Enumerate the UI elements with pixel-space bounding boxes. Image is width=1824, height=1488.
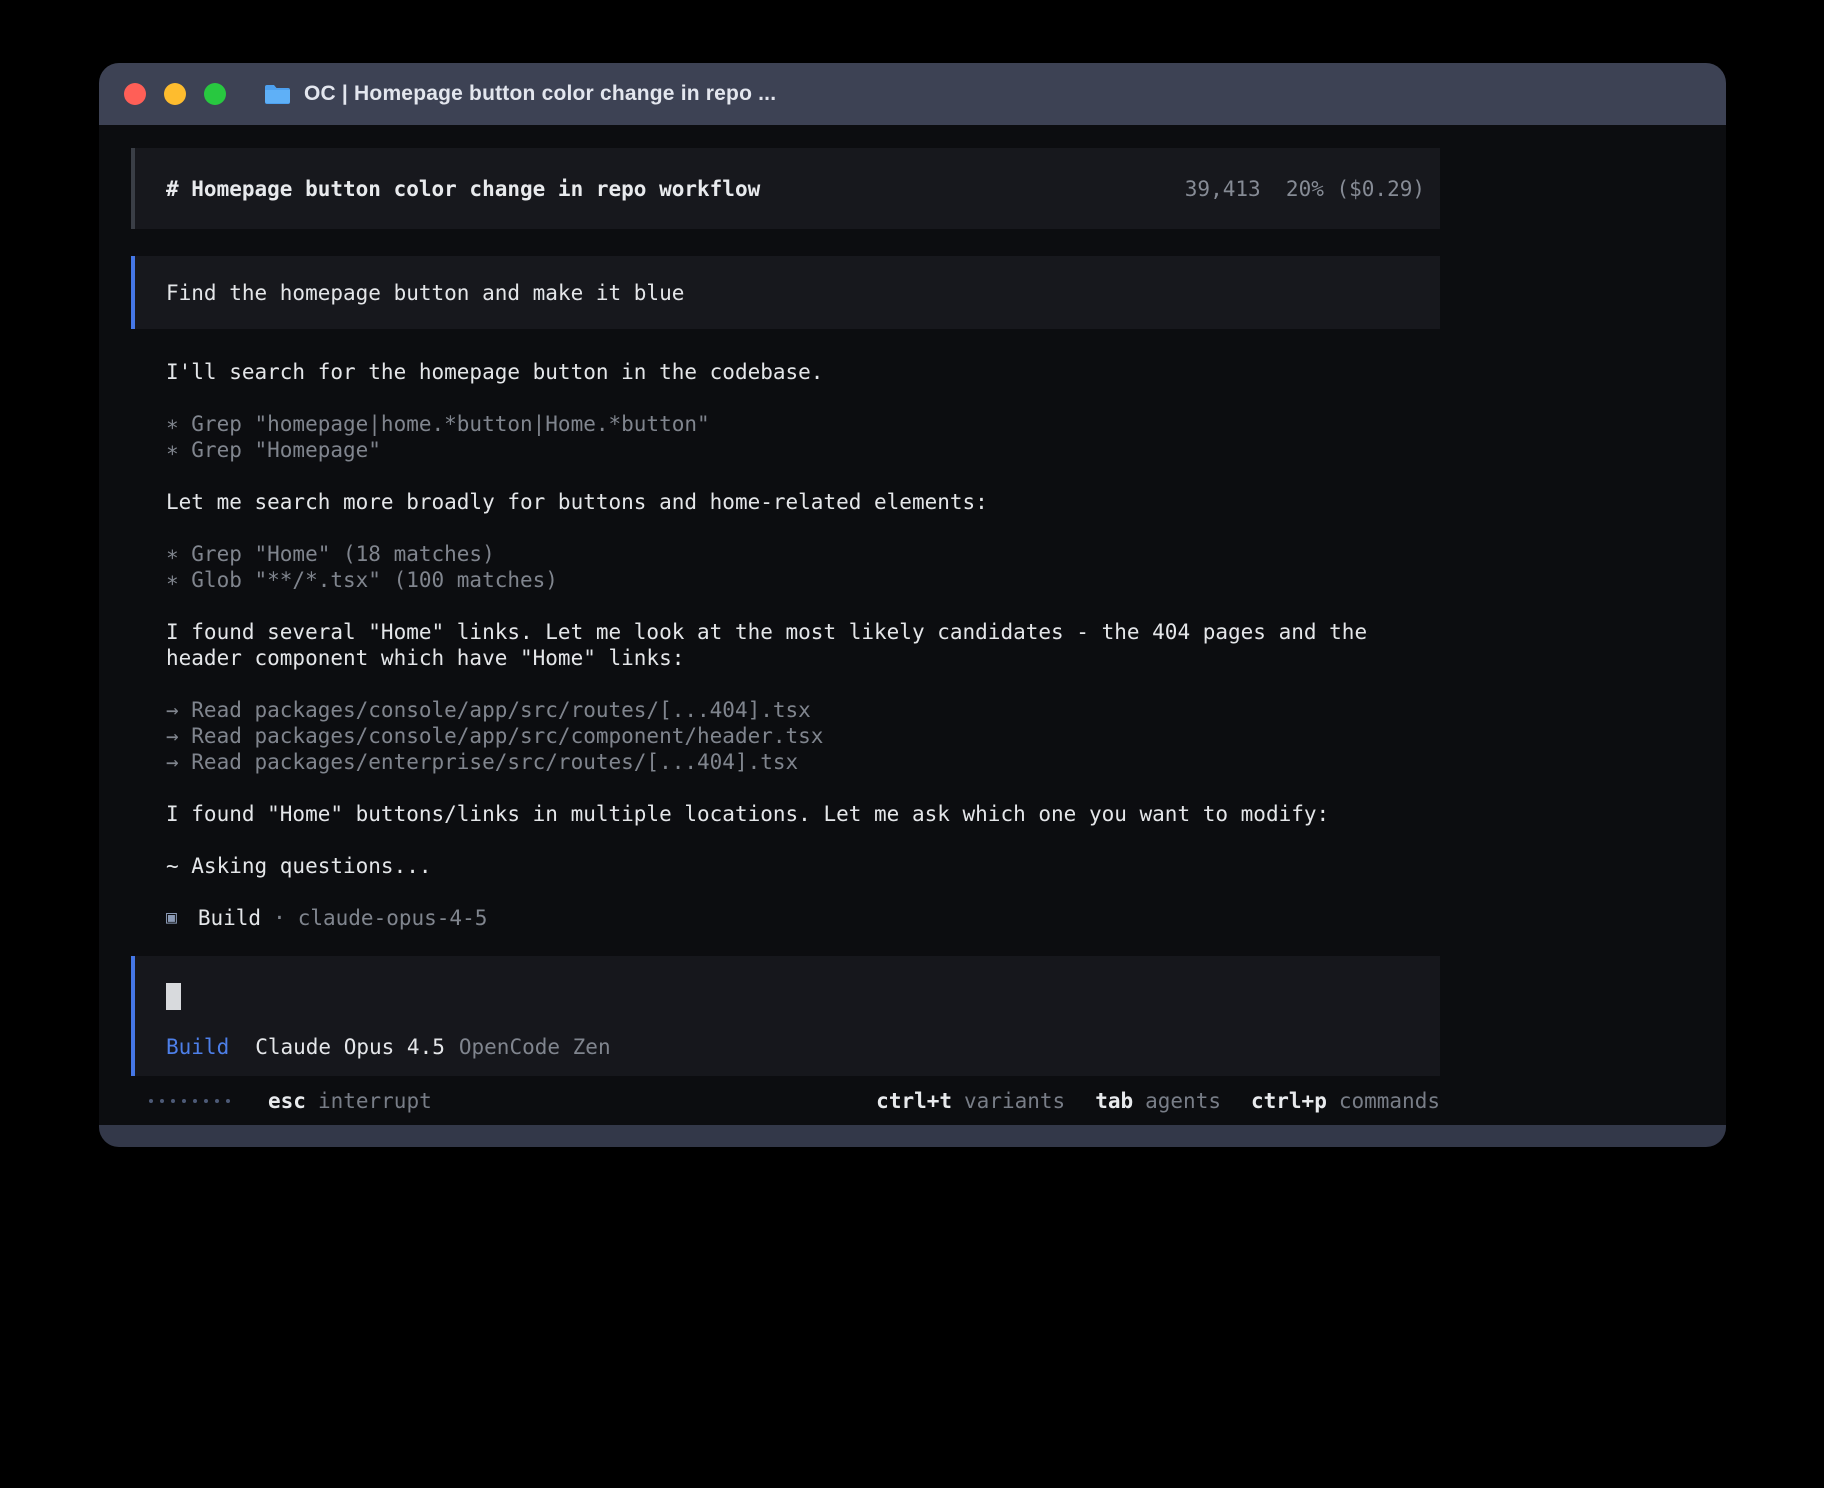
zoom-button[interactable] [204, 83, 226, 105]
esc-hint: interrupt [318, 1088, 432, 1114]
chat-line: Let me search more broadly for buttons a… [166, 489, 1440, 515]
input-model-label[interactable]: Claude Opus 4.5 [255, 1034, 445, 1060]
chat-line: header component which have "Home" links… [166, 645, 1440, 671]
agent-name: Build [198, 905, 261, 931]
input-provider-label: OpenCode Zen [459, 1034, 611, 1060]
shortcut-variants: ctrl+t variants [876, 1088, 1065, 1114]
traffic-lights [124, 83, 226, 105]
session-stats: 39,413 20% ($0.29) [1185, 177, 1425, 201]
window-title: OC | Homepage button color change in rep… [304, 82, 776, 106]
status-left: esc interrupt [131, 1088, 432, 1114]
input-mode-label[interactable]: Build [166, 1034, 229, 1060]
prompt-input[interactable]: Build Claude Opus 4.5 OpenCode Zen [131, 956, 1440, 1076]
status-right: ctrl+t variants tab agents ctrl+p comman… [876, 1088, 1440, 1114]
agent-icon: ▣ [166, 905, 177, 931]
minimize-button[interactable] [164, 83, 186, 105]
shortcut-commands: ctrl+p commands [1251, 1088, 1440, 1114]
input-meta-row: Build Claude Opus 4.5 OpenCode Zen [166, 1034, 1440, 1060]
session-header: # Homepage button color change in repo w… [131, 148, 1440, 229]
spinner-dots-icon [149, 1099, 230, 1103]
terminal-content: # Homepage button color change in repo w… [99, 125, 1726, 1147]
chat-line: I found several "Home" links. Let me loo… [166, 619, 1440, 645]
chat-line-tool: ∗ Grep "homepage|home.*button|Home.*butt… [166, 411, 1440, 437]
chat-line: I found "Home" buttons/links in multiple… [166, 801, 1440, 827]
window-bottom-edge [99, 1125, 1726, 1147]
input-cursor [166, 983, 181, 1010]
agent-model: claude-opus-4-5 [298, 905, 488, 931]
chat-line: I'll search for the homepage button in t… [166, 359, 1440, 385]
shortcut-agents: tab agents [1095, 1088, 1221, 1114]
chat-line-tool: ∗ Grep "Homepage" [166, 437, 1440, 463]
session-title: # Homepage button color change in repo w… [166, 177, 760, 201]
chat-line-tool: ∗ Grep "Home" (18 matches) [166, 541, 1440, 567]
user-message: Find the homepage button and make it blu… [131, 256, 1440, 329]
chat-line-tool: → Read packages/console/app/src/routes/[… [166, 697, 1440, 723]
agent-row: ▣ Build · claude-opus-4-5 [166, 905, 1440, 931]
chat-transcript: I'll search for the homepage button in t… [131, 359, 1440, 931]
chat-line-tool: → Read packages/enterprise/src/routes/[.… [166, 749, 1440, 775]
agent-separator: · [273, 905, 286, 931]
status-bar: esc interrupt ctrl+t variants tab agents… [131, 1088, 1440, 1114]
folder-icon [264, 83, 291, 105]
chat-line-status: ~ Asking questions... [166, 853, 1440, 879]
close-button[interactable] [124, 83, 146, 105]
chat-line-tool: → Read packages/console/app/src/componen… [166, 723, 1440, 749]
user-message-text: Find the homepage button and make it blu… [166, 281, 684, 305]
terminal-window: OC | Homepage button color change in rep… [99, 63, 1726, 1147]
esc-key: esc [268, 1088, 306, 1114]
chat-line-tool: ∗ Glob "**/*.tsx" (100 matches) [166, 567, 1440, 593]
title-bar: OC | Homepage button color change in rep… [99, 63, 1726, 125]
